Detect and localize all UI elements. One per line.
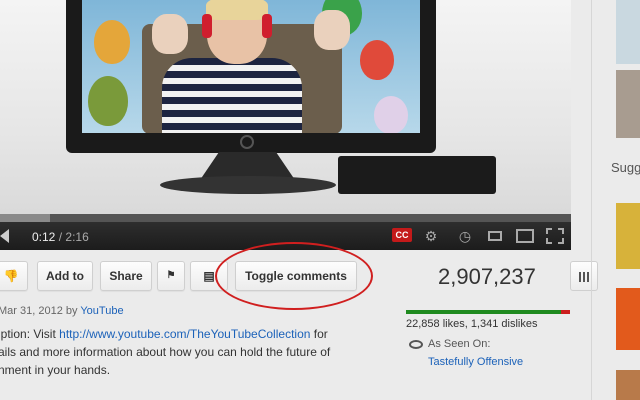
kid-hair-image xyxy=(206,0,268,20)
balloon-image xyxy=(374,96,408,133)
video-screen-image xyxy=(82,0,420,133)
headphone-image xyxy=(202,14,212,38)
hand-image xyxy=(314,10,350,50)
eye-icon xyxy=(409,340,423,349)
power-icon xyxy=(240,135,254,149)
progress-bar[interactable] xyxy=(0,214,571,222)
balloon-image xyxy=(360,40,394,80)
description-line: nment in your hands. xyxy=(0,363,111,377)
dislike-ratio-bar xyxy=(560,310,570,314)
description-line: ails and more information about how you … xyxy=(0,345,331,359)
statistics-button[interactable] xyxy=(570,261,598,291)
video-description: iption: Visit http://www.youtube.com/The… xyxy=(0,325,368,379)
add-to-button[interactable]: Add to xyxy=(37,261,93,291)
headphone-image xyxy=(262,14,272,38)
description-prefix: iption: Visit xyxy=(0,327,60,341)
time-separator: / xyxy=(58,230,63,244)
dislike-button[interactable]: 👎 xyxy=(0,261,28,291)
monitor-base-image xyxy=(160,176,336,194)
time-current: 0:12 xyxy=(32,230,56,244)
hand-image xyxy=(152,14,188,54)
like-ratio-bar xyxy=(406,310,570,314)
progress-fill xyxy=(0,214,51,222)
time-display: 0:12 / 2:16 xyxy=(32,230,89,244)
share-button[interactable]: Share xyxy=(100,261,152,291)
balloon-image xyxy=(94,20,130,64)
time-duration: 2:16 xyxy=(65,230,89,244)
flag-button[interactable]: ⚑ xyxy=(157,261,185,291)
likes-dislikes-text: 22,858 likes, 1,341 dislikes xyxy=(406,318,538,330)
upload-date: Mar 31, 2012 by xyxy=(0,305,81,317)
bar-chart-icon xyxy=(579,272,591,282)
upload-info: Mar 31, 2012 by YouTube xyxy=(0,305,124,317)
play-icon[interactable] xyxy=(0,229,9,243)
thumbs-down-icon: 👎 xyxy=(3,269,19,283)
suggested-video-thumbnail[interactable] xyxy=(616,288,640,350)
uploader-link[interactable]: YouTube xyxy=(80,305,123,317)
as-seen-on-link[interactable]: Tastefully Offensive xyxy=(428,356,523,368)
suggestions-heading: Sugg xyxy=(611,160,640,175)
related-video-thumbnail[interactable] xyxy=(616,0,640,64)
transcript-icon: ▤ xyxy=(203,269,215,283)
flag-icon: ⚑ xyxy=(166,270,176,281)
large-player-icon[interactable] xyxy=(516,229,534,243)
watch-later-icon[interactable]: ◷ xyxy=(454,226,476,246)
description-suffix: for xyxy=(310,327,328,341)
suggested-video-thumbnail[interactable] xyxy=(616,203,640,269)
video-frame[interactable] xyxy=(0,0,571,220)
gear-icon[interactable]: ⚙ xyxy=(420,226,442,246)
description-link[interactable]: http://www.youtube.com/TheYouTubeCollect… xyxy=(59,327,310,341)
related-video-thumbnail[interactable] xyxy=(616,70,640,138)
sidebar-divider xyxy=(591,0,592,400)
suggested-video-thumbnail[interactable] xyxy=(616,370,640,400)
captions-button[interactable]: CC xyxy=(392,228,412,242)
view-count: 2,907,237 xyxy=(438,264,536,289)
small-player-icon[interactable] xyxy=(488,231,502,241)
balloon-image xyxy=(88,76,128,126)
fullscreen-icon[interactable] xyxy=(546,228,564,244)
console-box-image xyxy=(338,156,496,194)
as-seen-on-label: As Seen On: xyxy=(428,338,491,350)
kid-body-image xyxy=(162,58,302,133)
annotation-circle xyxy=(215,242,373,310)
